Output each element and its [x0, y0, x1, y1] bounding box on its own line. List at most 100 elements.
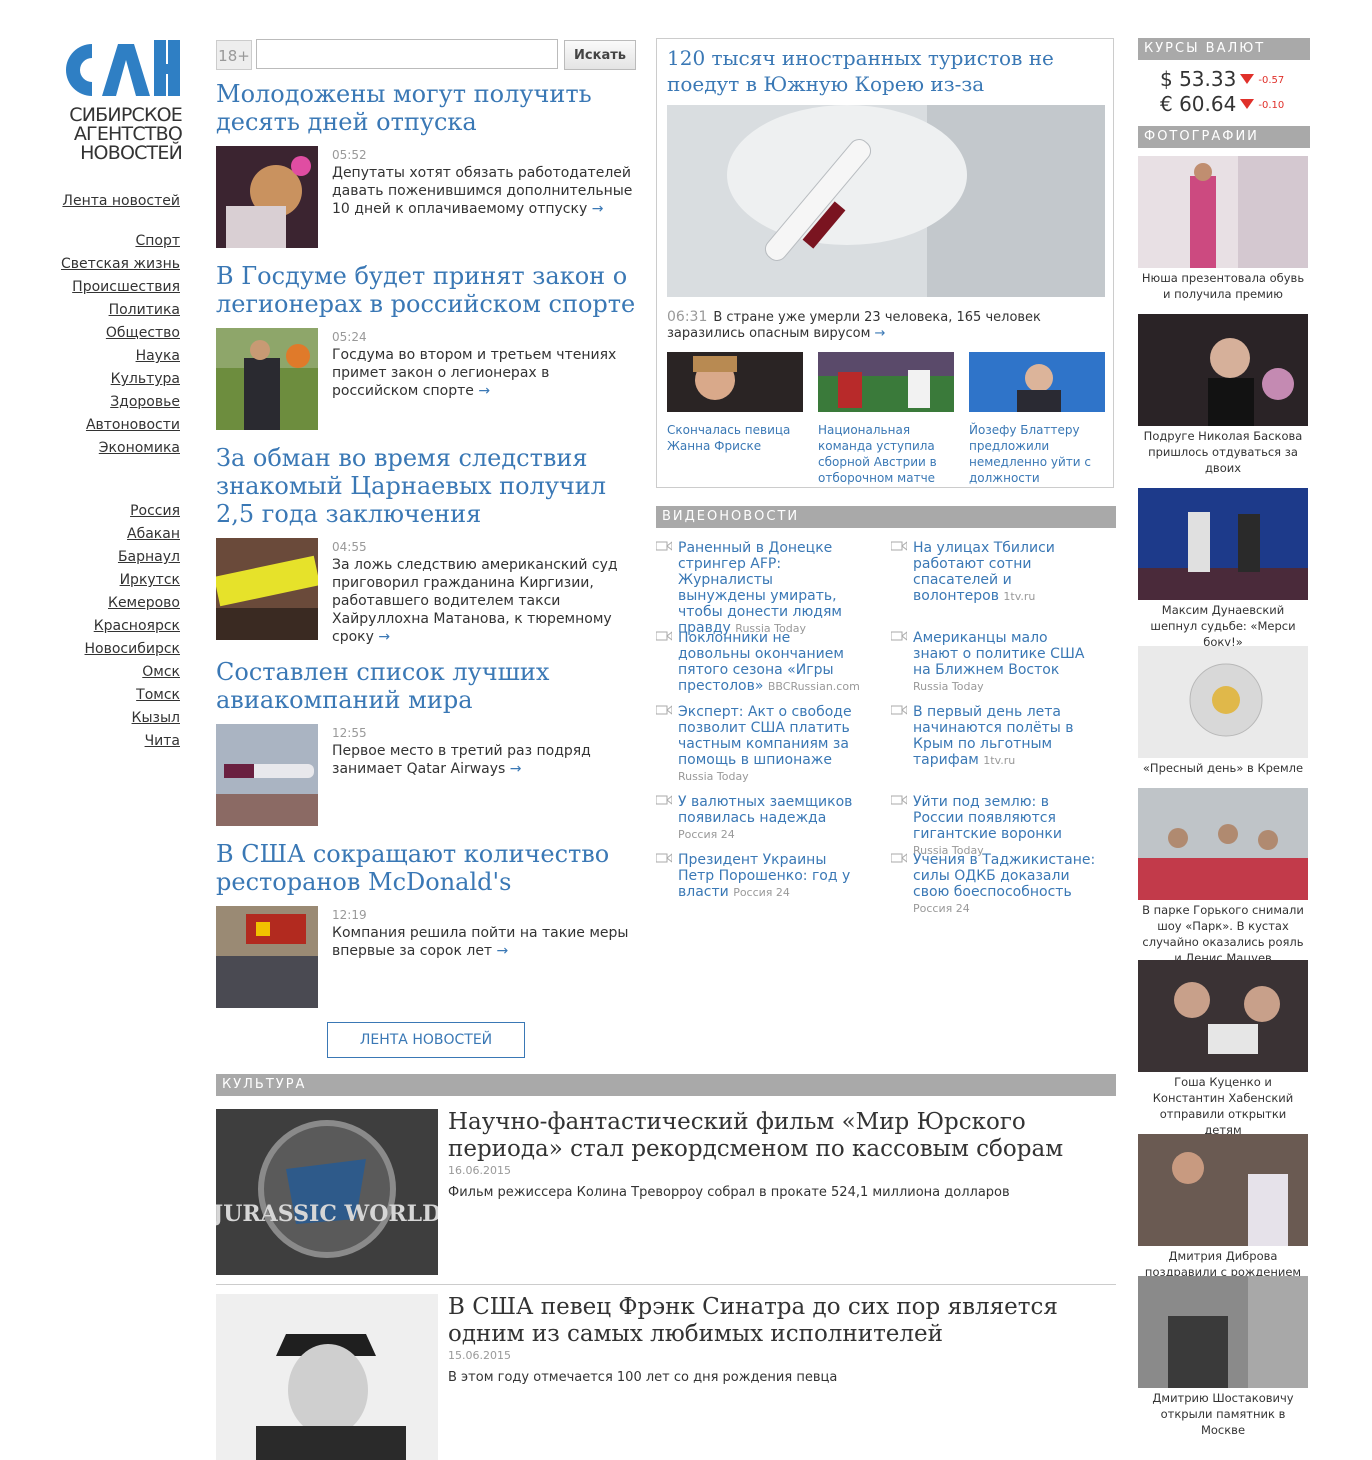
nav-link-kemerovo[interactable]: Кемерово: [40, 592, 180, 615]
arrow-right-icon[interactable]: →: [592, 201, 604, 217]
nav-link-russia[interactable]: Россия: [40, 500, 180, 523]
photo-item[interactable]: Нюша презентовала обувь и получила преми…: [1138, 156, 1308, 314]
culture-section: КУЛЬТУРА JURASSIC WORLD Научно-фантастич…: [216, 1074, 1116, 1460]
photo-image[interactable]: [1138, 1134, 1308, 1246]
video-item[interactable]: Эксперт: Акт о свободе позволит США плат…: [656, 704, 862, 785]
nav-link-krasnoyarsk[interactable]: Красноярск: [40, 615, 180, 638]
video-item[interactable]: Американцы мало знают о политике США на …: [891, 630, 1097, 695]
video-title[interactable]: Эксперт: Акт о свободе позволит США плат…: [678, 704, 852, 768]
nav-link-economy[interactable]: Экономика: [40, 437, 180, 460]
video-item[interactable]: На улицах Тбилиси работают сотни спасате…: [891, 540, 1097, 605]
story-title[interactable]: В Госдуме будет принят закон о легионера…: [216, 262, 638, 318]
search-input[interactable]: [256, 39, 558, 69]
nav-link-health[interactable]: Здоровье: [40, 391, 180, 414]
video-camera-icon: [891, 541, 907, 551]
featured-mini[interactable]: Национальная команда уступила сборной Ав…: [818, 352, 954, 486]
photo-image[interactable]: [1138, 314, 1308, 426]
featured-time: 06:31: [667, 309, 708, 325]
photo-item[interactable]: Дмитрию Шостаковичу открыли памятник в М…: [1138, 1276, 1308, 1437]
video-item[interactable]: Уйти под землю: в России появляются гига…: [891, 794, 1097, 859]
culture-title[interactable]: В США певец Фрэнк Синатра до сих пор явл…: [448, 1294, 1116, 1348]
photo-image[interactable]: [1138, 960, 1308, 1072]
photo-item[interactable]: Гоша Куценко и Константин Хабенский отпр…: [1138, 960, 1308, 1137]
video-camera-icon: [656, 541, 672, 551]
video-title[interactable]: У валютных заемщиков появилась надежда: [678, 794, 852, 826]
video-item[interactable]: У валютных заемщиков появилась надежда Р…: [656, 794, 862, 843]
search-button[interactable]: Искать: [564, 40, 636, 70]
culture-title[interactable]: Научно-фантастический фильм «Мир Юрского…: [448, 1109, 1116, 1163]
nav-link-incidents[interactable]: Происшествия: [40, 276, 180, 299]
mini-caption[interactable]: Национальная команда уступила сборной Ав…: [818, 422, 954, 486]
culture-date: 16.06.2015: [448, 1164, 511, 1177]
nav-link-society[interactable]: Общество: [40, 322, 180, 345]
nav-link-auto[interactable]: Автоновости: [40, 414, 180, 437]
mini-image[interactable]: [667, 352, 803, 412]
featured-lead: В стране уже умерли 23 человека, 165 чел…: [667, 310, 1041, 341]
photo-image[interactable]: [1138, 488, 1308, 600]
photo-image[interactable]: [1138, 1276, 1308, 1388]
story-lead: Депутаты хотят обязать работодателей дав…: [332, 165, 633, 217]
photo-image[interactable]: [1138, 156, 1308, 268]
culture-image[interactable]: [216, 1294, 438, 1460]
story-thumbnail[interactable]: [216, 146, 318, 248]
video-item[interactable]: Поклонники не довольны окончанием пятого…: [656, 630, 862, 695]
nav-link-barnaul[interactable]: Барнаул: [40, 546, 180, 569]
photo-item[interactable]: Максим Дунаевский шепнул судьбе: «Мерси …: [1138, 488, 1308, 649]
story-thumbnail[interactable]: [216, 724, 318, 826]
nav-link-chita[interactable]: Чита: [40, 730, 180, 753]
site-logo[interactable]: СИБИРСКОЕ АГЕНТСТВО НОВОСТЕЙ: [58, 38, 183, 164]
mini-image[interactable]: [818, 352, 954, 412]
photo-item[interactable]: В парке Горького снимали шоу «Парк». В к…: [1138, 788, 1308, 965]
story-title[interactable]: За обман во время следствия знакомый Цар…: [216, 444, 638, 528]
arrow-right-icon[interactable]: →: [510, 761, 522, 777]
nav-link-feed[interactable]: Лента новостей: [40, 190, 180, 213]
nav-link-irkutsk[interactable]: Иркутск: [40, 569, 180, 592]
story-thumbnail[interactable]: [216, 906, 318, 1008]
nav-link-science[interactable]: Наука: [40, 345, 180, 368]
video-title[interactable]: Американцы мало знают о политике США на …: [913, 630, 1084, 678]
arrow-right-icon[interactable]: →: [478, 383, 490, 399]
nav-link-sport[interactable]: Спорт: [40, 230, 180, 253]
video-item[interactable]: Учения в Таджикистане: силы ОДКБ доказал…: [891, 852, 1097, 917]
video-title[interactable]: Уйти под землю: в России появляются гига…: [913, 794, 1062, 842]
nav-link-kyzyl[interactable]: Кызыл: [40, 707, 180, 730]
video-item[interactable]: Президент Украины Петр Порошенко: год у …: [656, 852, 862, 901]
story-title[interactable]: В США сокращают количество ресторанов Mc…: [216, 840, 638, 896]
mini-caption[interactable]: Скончалась певица Жанна Фриске: [667, 422, 803, 454]
story-thumbnail[interactable]: [216, 538, 318, 640]
video-camera-icon: [656, 705, 672, 715]
video-title[interactable]: Учения в Таджикистане: силы ОДКБ доказал…: [913, 852, 1095, 900]
nav-link-omsk[interactable]: Омск: [40, 661, 180, 684]
mini-caption[interactable]: Йозефу Блаттеру предложили немедленно уй…: [969, 422, 1105, 486]
story-title[interactable]: Молодожены могут получить десять дней от…: [216, 80, 638, 136]
nav-link-politics[interactable]: Политика: [40, 299, 180, 322]
arrow-right-icon[interactable]: →: [497, 943, 509, 959]
video-item[interactable]: В первый день лета начинаются полёты в К…: [891, 704, 1097, 769]
news-feed-button[interactable]: ЛЕНТА НОВОСТЕЙ: [327, 1022, 525, 1058]
photo-image[interactable]: [1138, 646, 1308, 758]
nav-link-novosibirsk[interactable]: Новосибирск: [40, 638, 180, 661]
mini-image[interactable]: [969, 352, 1105, 412]
story-time: 12:19: [332, 908, 367, 922]
photo-image[interactable]: [1138, 788, 1308, 900]
featured-mini[interactable]: Йозефу Блаттеру предложили немедленно уй…: [969, 352, 1105, 486]
arrow-right-icon[interactable]: →: [875, 326, 886, 341]
featured-image[interactable]: [667, 105, 1105, 297]
arrow-right-icon[interactable]: →: [378, 629, 390, 645]
nav-link-tomsk[interactable]: Томск: [40, 684, 180, 707]
photo-caption: Дмитрию Шостаковичу открыли памятник в М…: [1152, 1391, 1294, 1437]
video-item[interactable]: Раненный в Донецке стрингер AFP: Журнали…: [656, 540, 862, 637]
photo-caption: Максим Дунаевский шепнул судьбе: «Мерси …: [1150, 603, 1296, 649]
culture-image[interactable]: JURASSIC WORLD: [216, 1109, 438, 1275]
logo-line-3: НОВОСТЕЙ: [80, 142, 183, 164]
story-thumbnail[interactable]: [216, 328, 318, 430]
nav-link-abakan[interactable]: Абакан: [40, 523, 180, 546]
photo-item[interactable]: Дмитрия Диброва поздравили с рождением с…: [1138, 1134, 1308, 1295]
nav-link-social[interactable]: Светская жизнь: [40, 253, 180, 276]
photo-item[interactable]: «Пресный день» в Кремле: [1138, 646, 1308, 788]
nav-link-culture[interactable]: Культура: [40, 368, 180, 391]
video-camera-icon: [656, 631, 672, 641]
photo-item[interactable]: Подруге Николая Баскова пришлось отдуват…: [1138, 314, 1308, 488]
featured-mini[interactable]: Скончалась певица Жанна Фриске: [667, 352, 803, 454]
story-title[interactable]: Составлен список лучших авиакомпаний мир…: [216, 658, 638, 714]
